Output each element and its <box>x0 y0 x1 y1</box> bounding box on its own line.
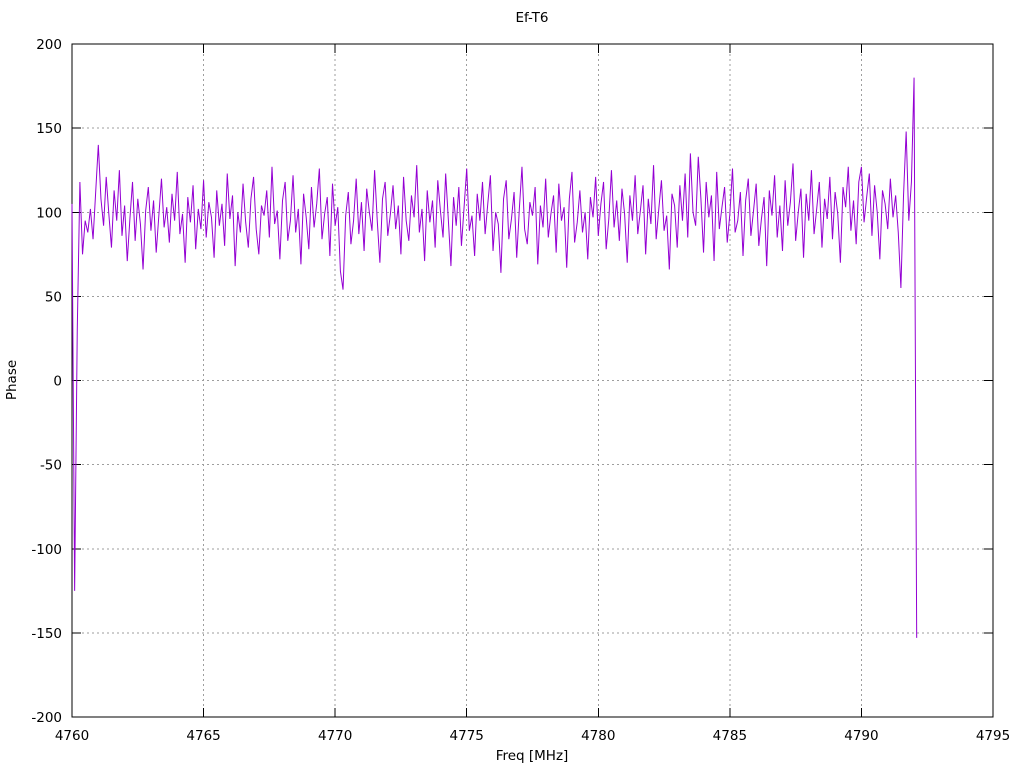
tick-labels: 4760 4765 4770 4775 4780 4785 4790 4795 -200 -150… <box>31 37 1010 744</box>
y-tick-label: 200 <box>36 37 62 53</box>
grid-lines <box>72 44 993 717</box>
x-tick-label: 4765 <box>186 728 220 744</box>
x-tick-label: 4785 <box>713 728 747 744</box>
phase-vs-freq-chart: 4760 4765 4770 4775 4780 4785 4790 4795 -200 -150… <box>4 10 1010 764</box>
y-tick-label: 100 <box>36 205 62 221</box>
phase-series-line <box>71 77 918 638</box>
y-tick-label: 150 <box>36 121 62 137</box>
y-tick-label: 0 <box>53 374 62 390</box>
chart-page: 4760 4765 4770 4775 4780 4785 4790 4795 -200 -150… <box>0 0 1024 768</box>
data-series-layer <box>71 77 918 638</box>
x-tick-label: 4780 <box>581 728 615 744</box>
x-tick-label: 4760 <box>55 728 89 744</box>
x-tick-label: 4770 <box>318 728 352 744</box>
y-tick-label: -200 <box>31 710 62 726</box>
y-tick-label: -100 <box>31 542 62 558</box>
y-tick-label: -50 <box>40 458 62 474</box>
chart-title: Ef-T6 <box>515 10 548 26</box>
x-axis-label: Freq [MHz] <box>496 748 569 764</box>
y-axis-label: Phase <box>4 360 20 400</box>
y-tick-label: -150 <box>31 626 62 642</box>
x-tick-label: 4795 <box>976 728 1010 744</box>
x-tick-label: 4790 <box>844 728 878 744</box>
y-tick-label: 50 <box>45 289 62 305</box>
x-tick-label: 4775 <box>450 728 484 744</box>
